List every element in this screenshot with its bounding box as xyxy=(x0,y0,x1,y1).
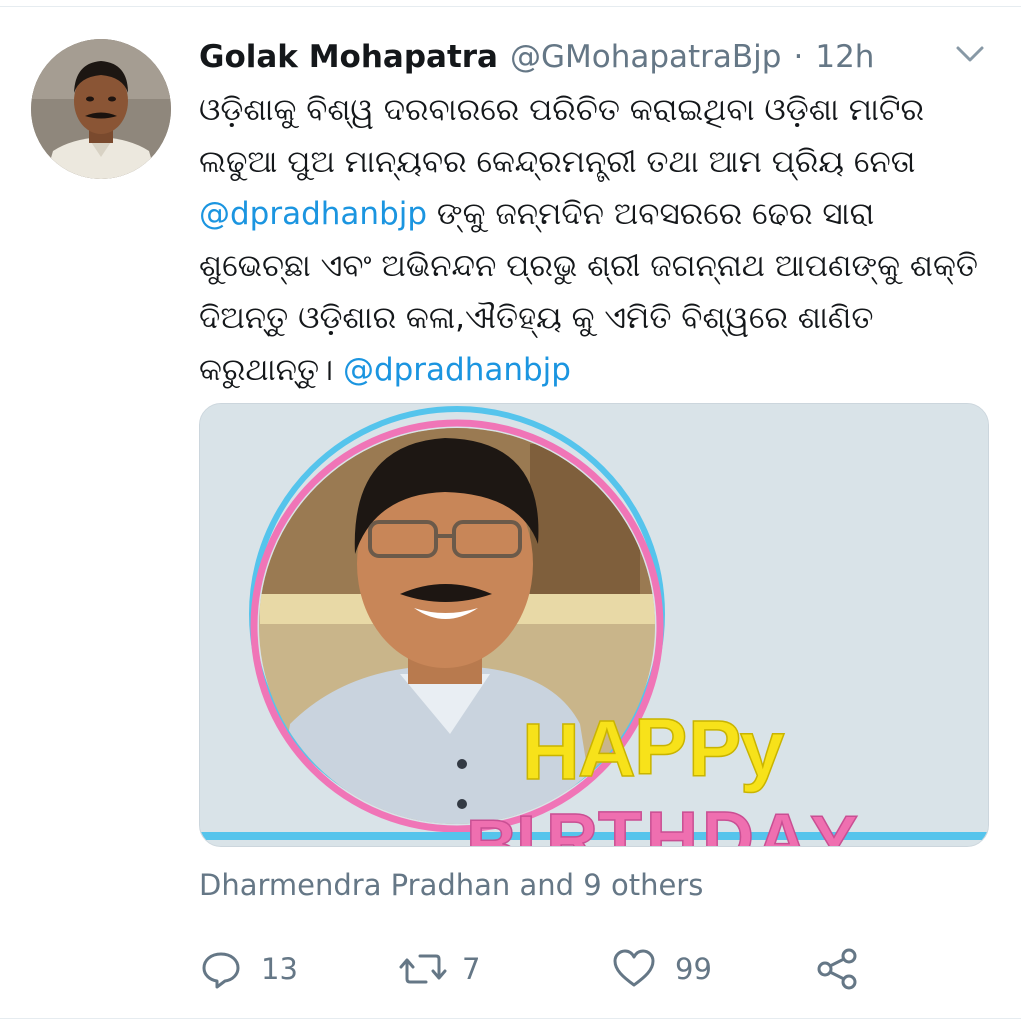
author-handle[interactable]: @GMohapatraBjp xyxy=(510,39,782,75)
share-icon xyxy=(817,948,857,990)
retweet-count: 7 xyxy=(462,952,481,986)
tweet-card[interactable]: Golak Mohapatra @GMohapatraBjp · 12h ଓଡ଼… xyxy=(0,0,1021,1024)
happy-letter: P xyxy=(634,702,687,791)
tweet-text-segment: ଲଢୁଆ ପୁଅ ମାନ୍ୟବର କେନ୍ଦ୍ରମନ୍ତ୍ରୀ ତଥା ଆମ ପ… xyxy=(199,144,916,180)
tweet-text-segment: ଙ୍କୁ ଜନ୍ମଦିନ ଅବସରରେ ଢେର ସାରା xyxy=(427,196,875,232)
author-avatar[interactable] xyxy=(31,39,171,179)
happy-letter: H xyxy=(522,707,580,796)
birthday-letter: D xyxy=(702,798,754,847)
happy-letter: P xyxy=(688,704,741,793)
author-name[interactable]: Golak Mohapatra xyxy=(199,39,498,75)
mention-link[interactable]: @dpradhanbjp xyxy=(199,196,427,232)
birthday-letter: T xyxy=(598,798,642,847)
like-count: 99 xyxy=(675,952,712,986)
tweet-header: Golak Mohapatra @GMohapatraBjp · 12h xyxy=(199,36,874,78)
retweet-button[interactable]: 7 xyxy=(398,944,480,994)
tweet-text-line: କରୁଥାନ୍ତୁ। @dpradhanbjp xyxy=(199,344,989,396)
top-divider xyxy=(0,6,1021,7)
liked-by-text[interactable]: Dharmendra Pradhan and 9 others xyxy=(199,868,703,902)
tweet-text-segment: ଶୁଭେଚ୍ଛା ଏବଂ ଅଭିନନ୍ଦନ ପ୍ରଭୁ ଶ୍ରୀ ଜଗନ୍ନାଥ… xyxy=(199,248,978,284)
tweet-media-image[interactable]: H A P P y B I R T H D A Y xyxy=(199,403,989,847)
happy-letter: y xyxy=(740,704,785,793)
happy-letter: A xyxy=(578,704,636,793)
birthday-letter: A xyxy=(756,800,808,847)
tweet-text-line: ଓଡ଼ିଶାକୁ ବିଶ୍ୱ ଦରବାରରେ ପରିଚିତ କରାଇଥିବା ଓ… xyxy=(199,84,989,136)
bottom-divider xyxy=(0,1018,1021,1019)
reply-icon xyxy=(202,952,240,989)
tweet-text-segment: ଓଡ଼ିଶାକୁ ବିଶ୍ୱ ଦରବାରରେ ପରିଚିତ କରାଇଥିବା ଓ… xyxy=(199,92,924,128)
reply-count: 13 xyxy=(261,952,298,986)
tweet-text-line: @dpradhanbjp ଙ୍କୁ ଜନ୍ମଦିନ ଅବସରରେ ଢେର ସାର… xyxy=(199,188,989,240)
chevron-down-icon xyxy=(956,46,984,62)
birthday-graphic: H A P P y B I R T H D A Y xyxy=(200,404,988,847)
tweet-text-line: ଦିଅନ୍ତୁ ଓଡ଼ିଶାର କଳା,ଐତିହ୍ୟ କୁ ଏମିତି ବିଶ୍… xyxy=(199,292,989,344)
tweet-text-segment: ଦିଅନ୍ତୁ ଓଡ଼ିଶାର କଳା,ଐତିହ୍ୟ କୁ ଏମିତି ବିଶ୍… xyxy=(199,300,874,336)
tweet-menu-button[interactable] xyxy=(950,38,990,70)
heart-icon xyxy=(613,949,655,987)
tweet-text: ଓଡ଼ିଶାକୁ ବିଶ୍ୱ ଦରବାରରେ ପରିଚିତ କରାଇଥିବା ଓ… xyxy=(199,84,989,396)
tweet-text-segment: କରୁଥାନ୍ତୁ। xyxy=(199,352,343,388)
birthday-letter: I xyxy=(516,802,536,847)
birthday-letter: Y xyxy=(810,802,858,847)
like-button[interactable]: 99 xyxy=(611,944,712,994)
tweet-text-line: ଲଢୁଆ ପୁଅ ମାନ୍ୟବର କେନ୍ଦ୍ରମନ୍ତ୍ରୀ ତଥା ଆମ ପ… xyxy=(199,136,989,188)
birthday-letter: B xyxy=(466,806,518,847)
mention-link[interactable]: @dpradhanbjp xyxy=(343,352,571,388)
birthday-letter: H xyxy=(646,798,698,847)
tweet-text-line: ଶୁଭେଚ୍ଛା ଏବଂ ଅଭିନନ୍ଦନ ପ୍ରଭୁ ଶ୍ରୀ ଜଗନ୍ନାଥ… xyxy=(199,240,989,292)
reply-button[interactable]: 13 xyxy=(199,944,298,994)
tweet-timestamp[interactable]: 12h xyxy=(815,39,874,75)
header-separator: · xyxy=(793,39,804,75)
avatar-image xyxy=(31,39,171,179)
share-button[interactable] xyxy=(814,944,860,994)
retweet-icon xyxy=(399,954,447,984)
birthday-letter: R xyxy=(546,800,598,847)
